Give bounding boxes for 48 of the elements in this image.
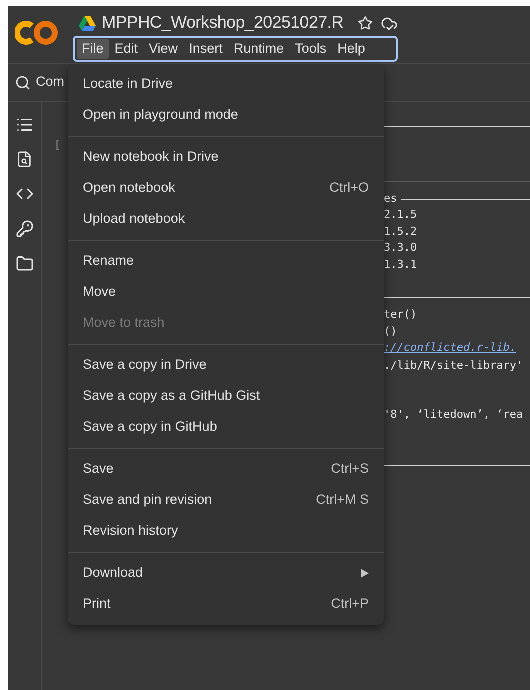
menu-tab[interactable]: View <box>144 39 184 59</box>
menu-tab[interactable]: Help <box>332 39 370 59</box>
star-icon[interactable] <box>358 16 373 30</box>
table-of-contents-icon[interactable] <box>16 116 34 134</box>
shortcut-label: Ctrl+S <box>331 460 369 478</box>
key-icon[interactable] <box>16 220 34 238</box>
cell-bracket: [ <box>56 139 60 151</box>
menu-item[interactable]: Locate in Drive <box>68 69 384 100</box>
menu-item[interactable]: Save and pin revision Ctrl+M S <box>68 485 384 516</box>
menu-item[interactable]: Move <box>68 277 384 308</box>
menu-tab[interactable]: Insert <box>184 39 228 59</box>
search-icon[interactable] <box>15 74 31 90</box>
menu-item[interactable]: Open notebook Ctrl+O <box>68 173 384 204</box>
output-text: es <box>384 190 398 207</box>
output-text: 1.5.2 <box>384 224 418 238</box>
output-link[interactable]: ://conflicted.r-lib. <box>384 341 516 354</box>
search-label[interactable]: Com <box>36 72 65 93</box>
menu-item[interactable]: New notebook in Drive <box>68 142 384 173</box>
menu-item[interactable]: Upload notebook <box>68 204 384 235</box>
menu-item[interactable]: Open in playground mode <box>68 100 384 131</box>
output-text: 2.1.5 <box>384 208 418 221</box>
output-text: () <box>384 324 398 338</box>
output-text: ter() <box>384 308 418 321</box>
find-icon[interactable] <box>16 151 33 168</box>
shortcut-label: Ctrl+O <box>330 179 369 198</box>
menu-tab[interactable]: File <box>77 39 109 59</box>
output-text: 3.3.0 <box>384 241 418 254</box>
notebook-title[interactable]: MPPHC_Workshop_20251027.R <box>102 10 344 36</box>
menu-item[interactable]: Download <box>68 558 384 589</box>
output-text: 1.3.1 <box>384 258 418 270</box>
menu-item[interactable]: Save a copy as a GitHub Gist <box>68 381 384 412</box>
shortcut-label: Ctrl+M S <box>316 491 369 510</box>
menu-item[interactable]: Revision history <box>68 516 384 547</box>
menu-tab[interactable]: Runtime <box>228 39 290 59</box>
menu-item[interactable]: Print Ctrl+P <box>68 589 384 620</box>
folder-icon[interactable] <box>16 255 34 273</box>
menu-tab[interactable]: Tools <box>290 39 332 59</box>
submenu-arrow-icon <box>361 569 369 578</box>
output-text: ./lib/R/site-library' <box>384 359 524 372</box>
menu-tab[interactable]: Edit <box>110 39 144 59</box>
menu-item[interactable]: Save a copy in GitHub <box>68 412 384 443</box>
app-logo-icon <box>15 20 59 46</box>
menu-item[interactable]: Save a copy in Drive <box>68 350 384 381</box>
output-text: '8', ‘litedown’, ‘rea <box>384 408 524 420</box>
menu-item[interactable]: Rename <box>68 246 384 277</box>
menu-item[interactable]: Save Ctrl+S <box>68 454 384 485</box>
drive-icon <box>79 16 96 30</box>
shortcut-label: Ctrl+P <box>331 595 369 614</box>
